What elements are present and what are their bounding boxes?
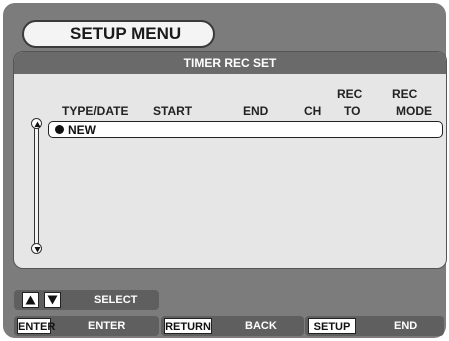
scrollbar-track[interactable] [34, 128, 39, 247]
column-end: END [243, 104, 269, 118]
panel-title: TIMER REC SET [14, 52, 446, 74]
column-rec-mode-line1: REC [392, 87, 418, 101]
setup-menu-title: SETUP MENU [22, 20, 215, 48]
timer-rec-panel: TIMER REC SET REC REC TYPE/DATE START EN… [13, 51, 447, 269]
arrow-up-circle-icon[interactable] [31, 118, 42, 129]
setup-screen: SETUP MENU TIMER REC SET REC REC TYPE/DA… [3, 3, 447, 338]
timer-entry-label: NEW [68, 123, 96, 137]
return-hint[interactable]: RETURN BACK [161, 316, 304, 336]
end-label: END [394, 320, 418, 332]
column-rec-mode-line2: MODE [396, 104, 432, 118]
column-rec-to-line1: REC [337, 87, 363, 101]
triangle-down-icon [44, 292, 61, 308]
arrow-down-circle-icon[interactable] [31, 243, 42, 254]
column-rec-to-line2: TO [344, 104, 361, 118]
enter-hint[interactable]: ENTER ENTER [14, 316, 159, 336]
return-key[interactable]: RETURN [164, 318, 212, 334]
selection-dot-icon [55, 125, 64, 134]
timer-entry-new[interactable]: NEW [48, 121, 443, 138]
column-start: START [153, 104, 193, 118]
enter-label: ENTER [88, 320, 126, 332]
triangle-up-icon [22, 292, 39, 308]
enter-key[interactable]: ENTER [17, 318, 55, 334]
select-label: SELECT [94, 294, 138, 306]
column-type-date: TYPE/DATE [62, 104, 129, 118]
back-label: BACK [245, 320, 277, 332]
column-ch: CH [304, 104, 322, 118]
setup-key[interactable]: SETUP [308, 318, 356, 334]
setup-hint[interactable]: SETUP END [305, 316, 444, 336]
select-hint: SELECT [14, 290, 159, 310]
